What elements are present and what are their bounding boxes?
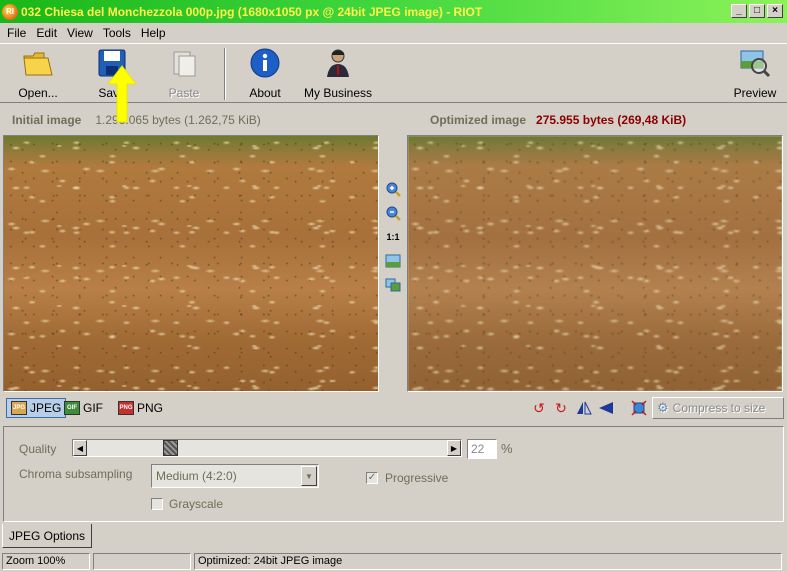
jpeg-icon: JPG (11, 401, 27, 415)
annotation-arrow-icon (106, 65, 138, 123)
chroma-subsampling-label: Chroma subsampling (19, 467, 133, 481)
status-optimized: Optimized: 24bit JPEG image (194, 553, 782, 570)
chroma-subsampling-select[interactable]: Medium (4:2:0) ▼ (151, 464, 319, 488)
chevron-down-icon[interactable]: ▼ (301, 466, 317, 486)
initial-image-pane[interactable] (3, 135, 379, 392)
zoom-out-icon[interactable] (384, 204, 402, 222)
minimize-button[interactable]: _ (731, 4, 747, 18)
preview-label: Preview (733, 86, 777, 100)
tab-gif-label: GIF (83, 401, 103, 415)
tab-jpeg-label: JPEG (30, 401, 62, 415)
flip-horizontal-icon[interactable] (575, 400, 593, 416)
about-button[interactable]: About (244, 46, 286, 100)
format-bar: JPG JPEG GIF GIF PNG PNG ↺ ↻ ⚙ Compress … (0, 396, 787, 422)
window-controls: _ □ × (731, 4, 783, 18)
status-middle (93, 553, 191, 570)
tab-gif[interactable]: GIF GIF (60, 398, 107, 418)
open-label: Open... (18, 86, 58, 100)
menu-tools[interactable]: Tools (98, 26, 136, 40)
percent-label: % (501, 441, 513, 456)
title-bar[interactable]: RI 032 Chiesa del Monchezzola 000p.jpg (… (0, 0, 787, 23)
quality-slider-thumb[interactable] (163, 440, 178, 456)
initial-image (4, 136, 378, 391)
paste-icon (167, 46, 201, 80)
grayscale-label: Grayscale (169, 497, 224, 511)
slider-left-arrow-icon[interactable]: ◀ (73, 440, 87, 456)
tab-jpeg-options[interactable]: JPEG Options (2, 524, 92, 548)
optimized-image-size: 275.955 bytes (269,48 KiB) (536, 113, 687, 127)
optimized-image-label: Optimized image (430, 113, 527, 127)
menu-file[interactable]: File (2, 26, 31, 40)
compress-to-size-label: Compress to size (672, 401, 766, 415)
gif-icon: GIF (64, 401, 80, 415)
zoom-actual-size-button[interactable]: 1:1 (384, 228, 402, 246)
flip-vertical-icon[interactable] (597, 400, 615, 416)
compress-to-size-button[interactable]: ⚙ Compress to size (652, 397, 784, 419)
optimized-image (408, 136, 782, 391)
my-business-button[interactable]: My Business (302, 46, 374, 100)
window-title: 032 Chiesa del Monchezzola 000p.jpg (168… (21, 4, 483, 19)
app-icon-text: RI (6, 7, 14, 16)
png-icon: PNG (118, 401, 134, 415)
folder-open-icon (21, 46, 55, 80)
preview-button[interactable]: Preview (730, 46, 780, 100)
my-business-label: My Business (303, 86, 373, 100)
close-button[interactable]: × (767, 4, 783, 18)
menu-edit[interactable]: Edit (31, 26, 62, 40)
menu-view[interactable]: View (62, 26, 98, 40)
status-zoom: Zoom 100% (2, 553, 90, 570)
crop-adjust-icon[interactable] (630, 400, 648, 416)
paste-label: Paste (168, 86, 200, 100)
zoom-in-icon[interactable] (384, 180, 402, 198)
quality-slider[interactable]: ◀ ▶ (72, 439, 462, 457)
compare-images-icon[interactable] (384, 276, 402, 294)
fit-to-window-icon[interactable] (384, 252, 402, 270)
rotate-right-icon[interactable]: ↻ (552, 400, 570, 416)
menu-help[interactable]: Help (136, 26, 171, 40)
riot-window: RI 032 Chiesa del Monchezzola 000p.jpg (… (0, 0, 787, 572)
compress-icon: ⚙ (657, 400, 669, 415)
tab-jpeg-options-label: JPEG Options (8, 528, 86, 543)
toolbar-separator (224, 48, 226, 100)
about-label: About (249, 86, 281, 100)
rotate-left-icon[interactable]: ↺ (530, 400, 548, 416)
jpeg-options-panel: Quality ◀ ▶ 22 % Chroma subsampling Medi… (3, 426, 784, 522)
tab-jpeg[interactable]: JPG JPEG (6, 398, 67, 418)
optimized-image-info: Optimized image 275.955 bytes (269,48 KiB… (430, 113, 686, 127)
open-button[interactable]: Open... (14, 46, 62, 100)
status-bar: Zoom 100% Optimized: 24bit JPEG image (0, 551, 787, 572)
paste-button[interactable]: Paste (164, 46, 204, 100)
info-icon (248, 46, 282, 80)
tab-png-label: PNG (137, 401, 164, 415)
chroma-subsampling-value: Medium (4:2:0) (156, 469, 237, 483)
grayscale-checkbox[interactable] (151, 498, 163, 510)
app-icon[interactable]: RI (2, 3, 18, 20)
preview-magnifier-icon (738, 46, 772, 80)
quality-label: Quality (19, 442, 57, 456)
menu-bar: File Edit View Tools Help (0, 23, 787, 42)
tab-png[interactable]: PNG PNG (114, 398, 167, 418)
optimized-image-pane[interactable] (407, 135, 783, 392)
zoom-toolbar: 1:1 (382, 180, 404, 294)
progressive-checkbox[interactable]: ✓ (366, 472, 378, 484)
progressive-label: Progressive (385, 471, 449, 485)
quality-input[interactable]: 22 (467, 439, 497, 459)
maximize-button[interactable]: □ (749, 4, 765, 18)
businessman-icon (321, 46, 355, 80)
slider-right-arrow-icon[interactable]: ▶ (447, 440, 461, 456)
initial-image-label: Initial image (12, 113, 82, 127)
